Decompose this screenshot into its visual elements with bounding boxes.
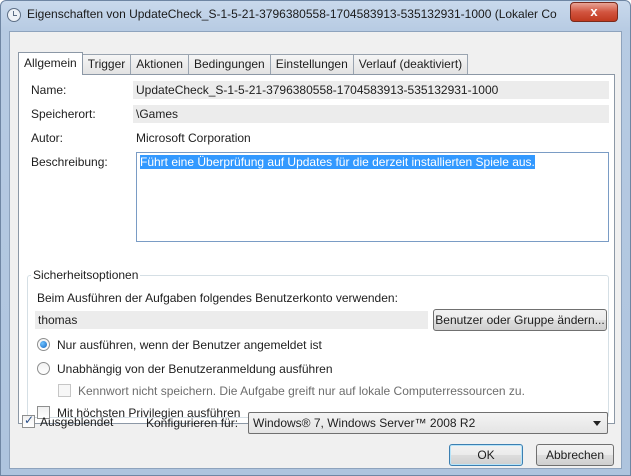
tab-bedingungen[interactable]: Bedingungen bbox=[187, 54, 271, 74]
tab-trigger[interactable]: Trigger bbox=[81, 54, 132, 74]
author-field[interactable]: Microsoft Corporation bbox=[133, 129, 609, 147]
title-bar[interactable]: Eigenschaften von UpdateCheck_S-1-5-21-3… bbox=[1, 1, 630, 29]
security-options-title: Sicherheitsoptionen bbox=[31, 268, 141, 282]
author-label: Autor: bbox=[31, 131, 64, 145]
cancel-button[interactable]: Abbrechen bbox=[536, 444, 614, 466]
no-store-password-checkbox[interactable] bbox=[58, 384, 71, 397]
ok-button[interactable]: OK bbox=[449, 444, 523, 466]
configure-for-select[interactable]: Windows® 7, Windows Server™ 2008 R2 bbox=[248, 412, 608, 434]
configure-for-value: Windows® 7, Windows Server™ 2008 R2 bbox=[253, 416, 476, 430]
account-field[interactable]: thomas bbox=[35, 311, 428, 329]
description-label: Beschreibung: bbox=[31, 155, 108, 169]
location-label: Speicherort: bbox=[31, 107, 96, 121]
tab-allgemein[interactable]: Allgemein bbox=[18, 52, 83, 75]
properties-dialog: Eigenschaften von UpdateCheck_S-1-5-21-3… bbox=[0, 0, 631, 476]
tab-verlauf[interactable]: Verlauf (deaktiviert) bbox=[352, 54, 469, 74]
dropdown-arrow-icon bbox=[593, 421, 601, 426]
change-user-button[interactable]: Benutzer oder Gruppe ändern... bbox=[433, 309, 607, 331]
radio-run-independent-label[interactable]: Unabhängig von der Benutzeranmeldung aus… bbox=[57, 362, 333, 376]
tab-aktionen[interactable]: Aktionen bbox=[130, 54, 189, 74]
description-textarea[interactable]: Führt eine Überprüfung auf Updates für d… bbox=[136, 152, 609, 242]
close-button[interactable]: x bbox=[570, 2, 618, 22]
name-label: Name: bbox=[31, 83, 67, 97]
radio-run-when-logged-on-label[interactable]: Nur ausführen, wenn der Benutzer angemel… bbox=[57, 338, 322, 352]
radio-run-when-logged-on[interactable] bbox=[37, 338, 50, 351]
account-prompt: Beim Ausführen der Aufgaben folgendes Be… bbox=[37, 291, 398, 305]
name-field[interactable]: UpdateCheck_S-1-5-21-3796380558-17045839… bbox=[133, 81, 609, 99]
tab-einstellungen[interactable]: Einstellungen bbox=[269, 54, 354, 74]
no-store-password-label: Kennwort nicht speichern. Die Aufgabe gr… bbox=[78, 384, 525, 398]
configure-label: Konfigurieren für: bbox=[146, 416, 239, 430]
hidden-label[interactable]: Ausgeblendet bbox=[40, 415, 113, 429]
window-title: Eigenschaften von UpdateCheck_S-1-5-21-3… bbox=[27, 7, 557, 21]
tab-strip: Allgemein Trigger Aktionen Bedingungen E… bbox=[18, 52, 469, 75]
general-tab-panel: Name: UpdateCheck_S-1-5-21-3796380558-17… bbox=[18, 74, 615, 424]
clock-icon bbox=[7, 8, 21, 22]
dialog-client-area: Allgemein Trigger Aktionen Bedingungen E… bbox=[9, 31, 622, 469]
description-text: Führt eine Überprüfung auf Updates für d… bbox=[140, 155, 535, 169]
location-field[interactable]: \Games bbox=[133, 105, 609, 123]
hidden-checkbox[interactable] bbox=[22, 413, 35, 428]
radio-run-independent[interactable] bbox=[37, 362, 50, 375]
